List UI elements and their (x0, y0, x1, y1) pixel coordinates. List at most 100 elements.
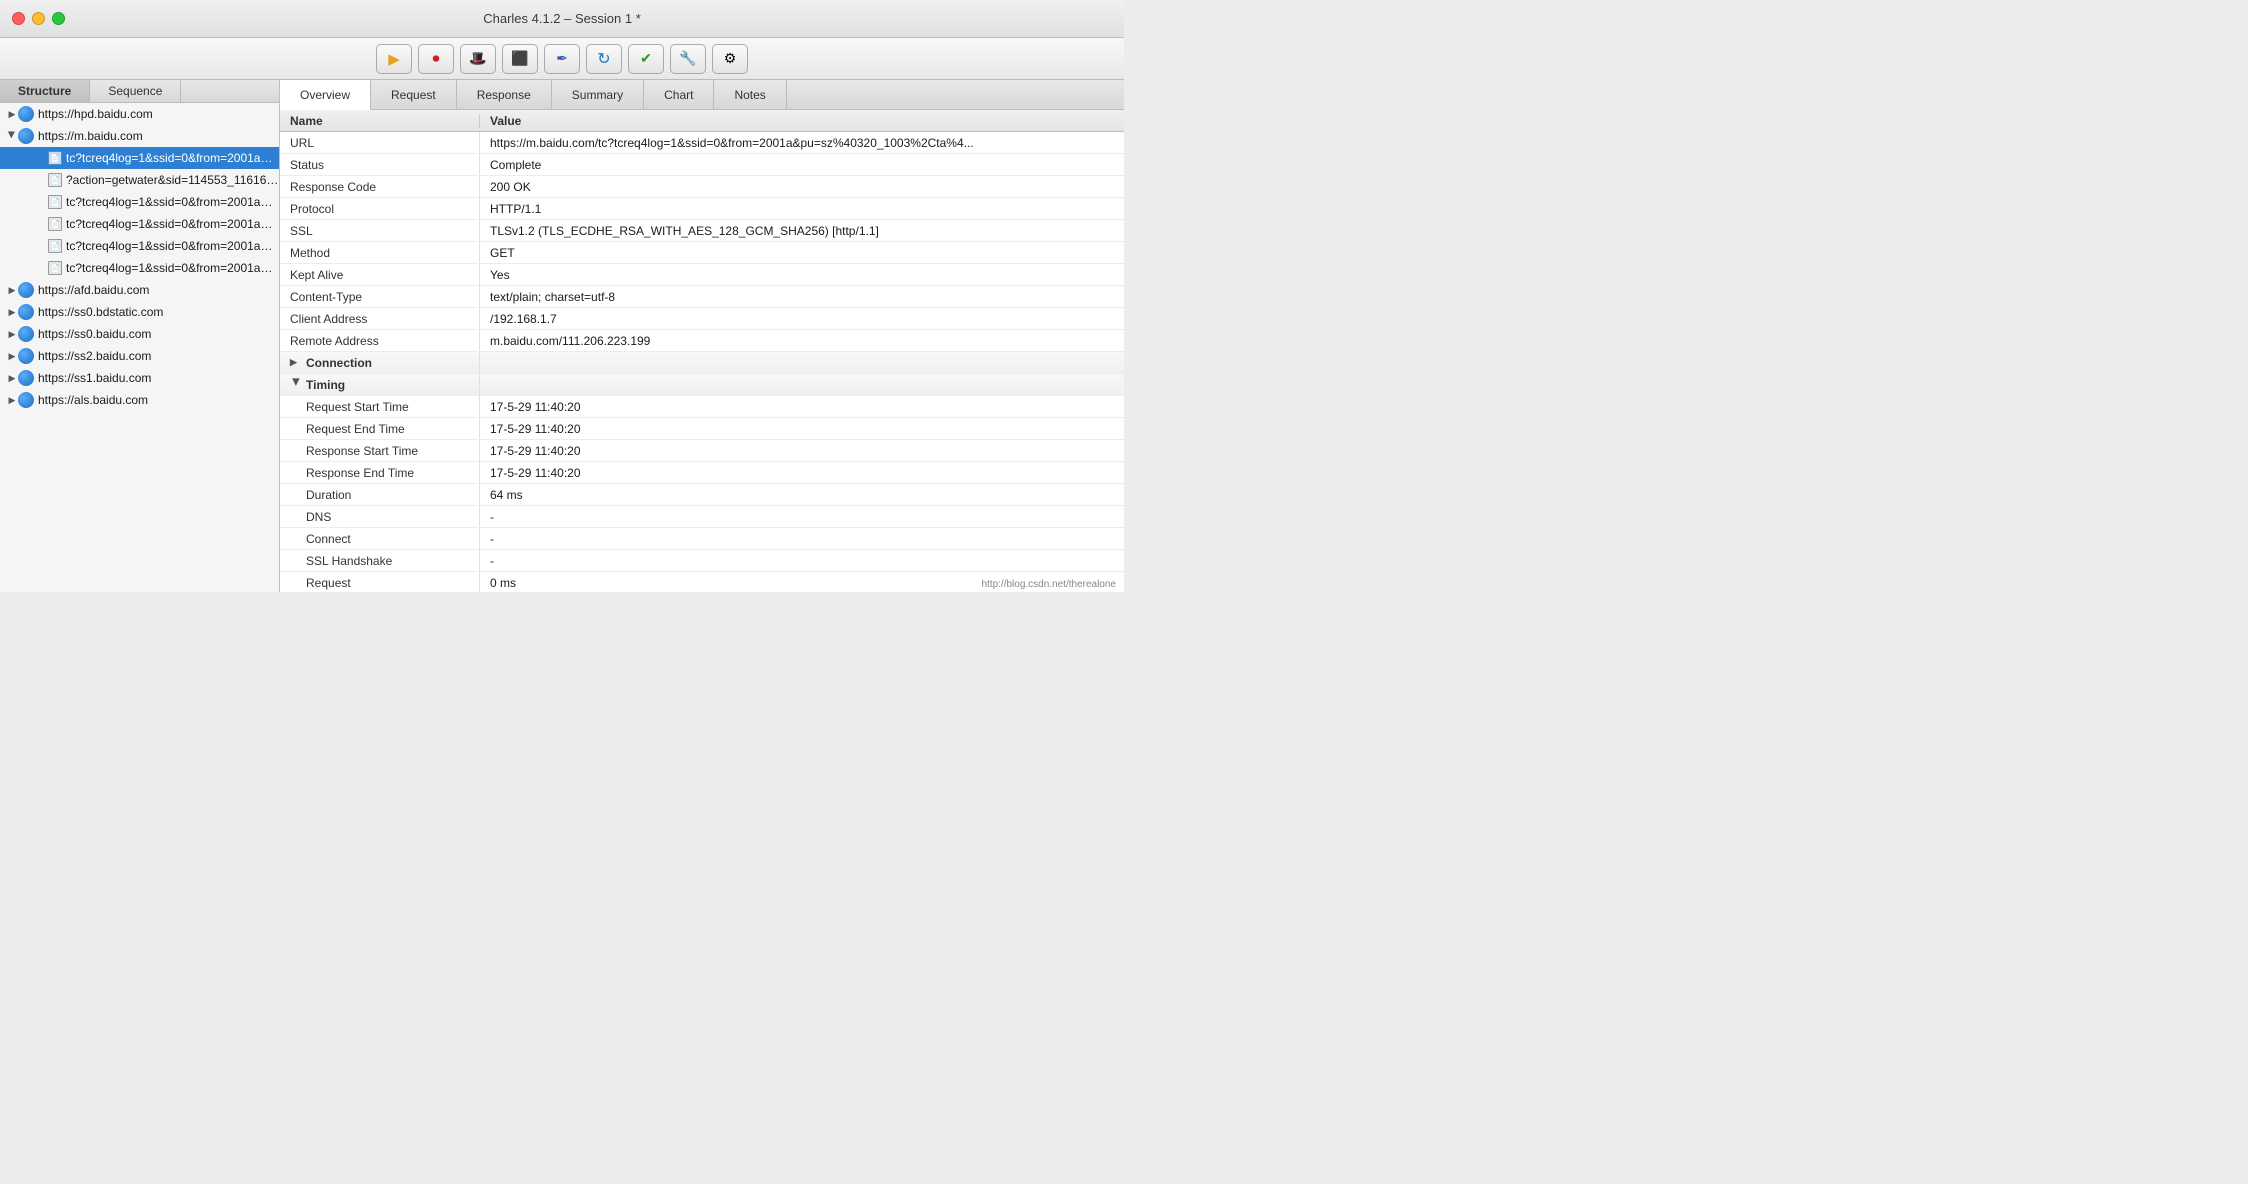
globe-icon-afd (18, 282, 34, 298)
row-content-type: Content-Type text/plain; charset=utf-8 (280, 286, 1124, 308)
row-method: Method GET (280, 242, 1124, 264)
tree-arrow-als: ▶ (6, 394, 18, 406)
row-status: Status Complete (280, 154, 1124, 176)
row-req-start-name: Request Start Time (280, 396, 480, 417)
row-ssl-value: TLSv1.2 (TLS_ECDHE_RSA_WITH_AES_128_GCM_… (480, 220, 1124, 241)
row-res-start: Response Start Time 17-5-29 11:40:20 (280, 440, 1124, 462)
close-button[interactable] (12, 12, 25, 25)
tree-item-ss1[interactable]: ▶ https://ss1.baidu.com (0, 367, 279, 389)
row-timing-section[interactable]: ▶ Timing (280, 374, 1124, 396)
refresh-button[interactable]: ↻ (586, 44, 622, 74)
tree-item-ss0-baidu[interactable]: ▶ https://ss0.baidu.com (0, 323, 279, 345)
right-panel: Overview Request Response Summary Chart … (280, 80, 1124, 592)
stop-button[interactable]: ⬛ (502, 44, 538, 74)
tab-overview[interactable]: Overview (280, 80, 371, 110)
row-url-name: URL (280, 132, 480, 153)
row-ssl-handshake-value: - (480, 550, 1124, 571)
file-icon-tc1: 📄 (48, 151, 62, 165)
tree-item-tc2[interactable]: ▶ 📄 tc?tcreq4log=1&ssid=0&from=2001a&pu=… (0, 191, 279, 213)
tab-response[interactable]: Response (457, 80, 552, 109)
tab-structure[interactable]: Structure (0, 80, 90, 102)
row-connection-value (480, 352, 1124, 373)
throttle-button[interactable]: ▶ (376, 44, 412, 74)
connection-label: Connection (306, 356, 372, 370)
globe-icon-ss1 (18, 370, 34, 386)
row-content-type-value: text/plain; charset=utf-8 (480, 286, 1124, 307)
breakpoints-button[interactable]: ✒ (544, 44, 580, 74)
window-controls (12, 12, 65, 25)
row-req-end: Request End Time 17-5-29 11:40:20 (280, 418, 1124, 440)
row-status-value: Complete (480, 154, 1124, 175)
row-dns: DNS - (280, 506, 1124, 528)
row-protocol-name: Protocol (280, 198, 480, 219)
toolbar: ▶ ⏺ 🎩 ⬛ ✒ ↻ ✔ 🔧 ⚙ (0, 38, 1124, 80)
minimize-button[interactable] (32, 12, 45, 25)
row-req-start-value: 17-5-29 11:40:20 (480, 396, 1124, 417)
tree-item-ss0-bdstatic[interactable]: ▶ https://ss0.bdstatic.com (0, 301, 279, 323)
globe-icon-ss0-baidu (18, 326, 34, 342)
tree-item-m-baidu[interactable]: ▶ https://m.baidu.com (0, 125, 279, 147)
row-protocol-value: HTTP/1.1 (480, 198, 1124, 219)
row-remote-address-name: Remote Address (280, 330, 480, 351)
row-kept-alive: Kept Alive Yes (280, 264, 1124, 286)
validate-button[interactable]: ✔ (628, 44, 664, 74)
tree-arrow-ss1: ▶ (6, 372, 18, 384)
row-connect-value: - (480, 528, 1124, 549)
tree-arrow-m-baidu: ▶ (6, 129, 18, 141)
app-title: Charles 4.1.2 – Session 1 * (483, 11, 641, 26)
row-dns-value: - (480, 506, 1124, 527)
connection-toggle[interactable]: ▶ (290, 357, 302, 368)
overview-container: Name Value URL https://m.baidu.com/tc?tc… (280, 110, 1124, 592)
globe-icon-hpd (18, 106, 34, 122)
tab-sequence[interactable]: Sequence (90, 80, 181, 102)
timing-toggle[interactable]: ▶ (291, 379, 302, 391)
tree-arrow-hpd: ▶ (6, 108, 18, 120)
tree-item-als[interactable]: ▶ https://als.baidu.com (0, 389, 279, 411)
row-request-name: Request (280, 572, 480, 592)
row-res-start-name: Response Start Time (280, 440, 480, 461)
tab-chart[interactable]: Chart (644, 80, 714, 109)
settings-button[interactable]: ⚙ (712, 44, 748, 74)
tree-arrow-ss0-bdstatic: ▶ (6, 306, 18, 318)
row-url-value: https://m.baidu.com/tc?tcreq4log=1&ssid=… (480, 132, 1124, 153)
globe-icon-m-baidu (18, 128, 34, 144)
row-duration: Duration 64 ms (280, 484, 1124, 506)
tree-item-ss2[interactable]: ▶ https://ss2.baidu.com (0, 345, 279, 367)
tree-item-action[interactable]: ▶ 📄 ?action=getwater&sid=114553_116166_1… (0, 169, 279, 191)
tools-button[interactable]: 🔧 (670, 44, 706, 74)
tree-container: ▶ https://hpd.baidu.com ▶ https://m.baid… (0, 103, 279, 592)
tree-item-afd[interactable]: ▶ https://afd.baidu.com (0, 279, 279, 301)
row-content-type-name: Content-Type (280, 286, 480, 307)
file-icon-tc4: 📄 (48, 239, 62, 253)
right-tabs: Overview Request Response Summary Chart … (280, 80, 1124, 110)
tree-item-tc5[interactable]: ▶ 📄 tc?tcreq4log=1&ssid=0&from=2001a&pu=… (0, 257, 279, 279)
left-panel: Structure Sequence ▶ https://hpd.baidu.c… (0, 80, 280, 592)
row-timing-value (480, 374, 1124, 395)
maximize-button[interactable] (52, 12, 65, 25)
tree-item-hpd[interactable]: ▶ https://hpd.baidu.com (0, 103, 279, 125)
row-connect: Connect - (280, 528, 1124, 550)
row-status-name: Status (280, 154, 480, 175)
row-connection-section[interactable]: ▶ Connection (280, 352, 1124, 374)
row-duration-value: 64 ms (480, 484, 1124, 505)
rewrite-button[interactable]: 🎩 (460, 44, 496, 74)
tree-label-action: ?action=getwater&sid=114553_116166_11652… (66, 173, 279, 187)
tree-item-tc4[interactable]: ▶ 📄 tc?tcreq4log=1&ssid=0&from=2001a&pu=… (0, 235, 279, 257)
tree-item-tc3[interactable]: ▶ 📄 tc?tcreq4log=1&ssid=0&from=2001a&pu=… (0, 213, 279, 235)
tab-request[interactable]: Request (371, 80, 457, 109)
row-remote-address: Remote Address m.baidu.com/111.206.223.1… (280, 330, 1124, 352)
tree-label-tc3: tc?tcreq4log=1&ssid=0&from=2001a&pu=sz%4… (66, 217, 279, 231)
tree-label-tc5: tc?tcreq4log=1&ssid=0&from=2001a&pu=sz%4… (66, 261, 279, 275)
tree-label-tc1: tc?tcreq4log=1&ssid=0&from=2001a&pu=sz%4… (66, 151, 279, 165)
tab-summary[interactable]: Summary (552, 80, 644, 109)
tree-item-tc1[interactable]: ▶ 📄 tc?tcreq4log=1&ssid=0&from=2001a&pu=… (0, 147, 279, 169)
main-layout: Structure Sequence ▶ https://hpd.baidu.c… (0, 80, 1124, 592)
row-ssl-name: SSL (280, 220, 480, 241)
row-kept-alive-name: Kept Alive (280, 264, 480, 285)
row-url: URL https://m.baidu.com/tc?tcreq4log=1&s… (280, 132, 1124, 154)
globe-icon-ss2 (18, 348, 34, 364)
row-response-code: Response Code 200 OK (280, 176, 1124, 198)
tab-notes[interactable]: Notes (714, 80, 786, 109)
record-button[interactable]: ⏺ (418, 44, 454, 74)
tree-label-ss2: https://ss2.baidu.com (38, 349, 279, 363)
